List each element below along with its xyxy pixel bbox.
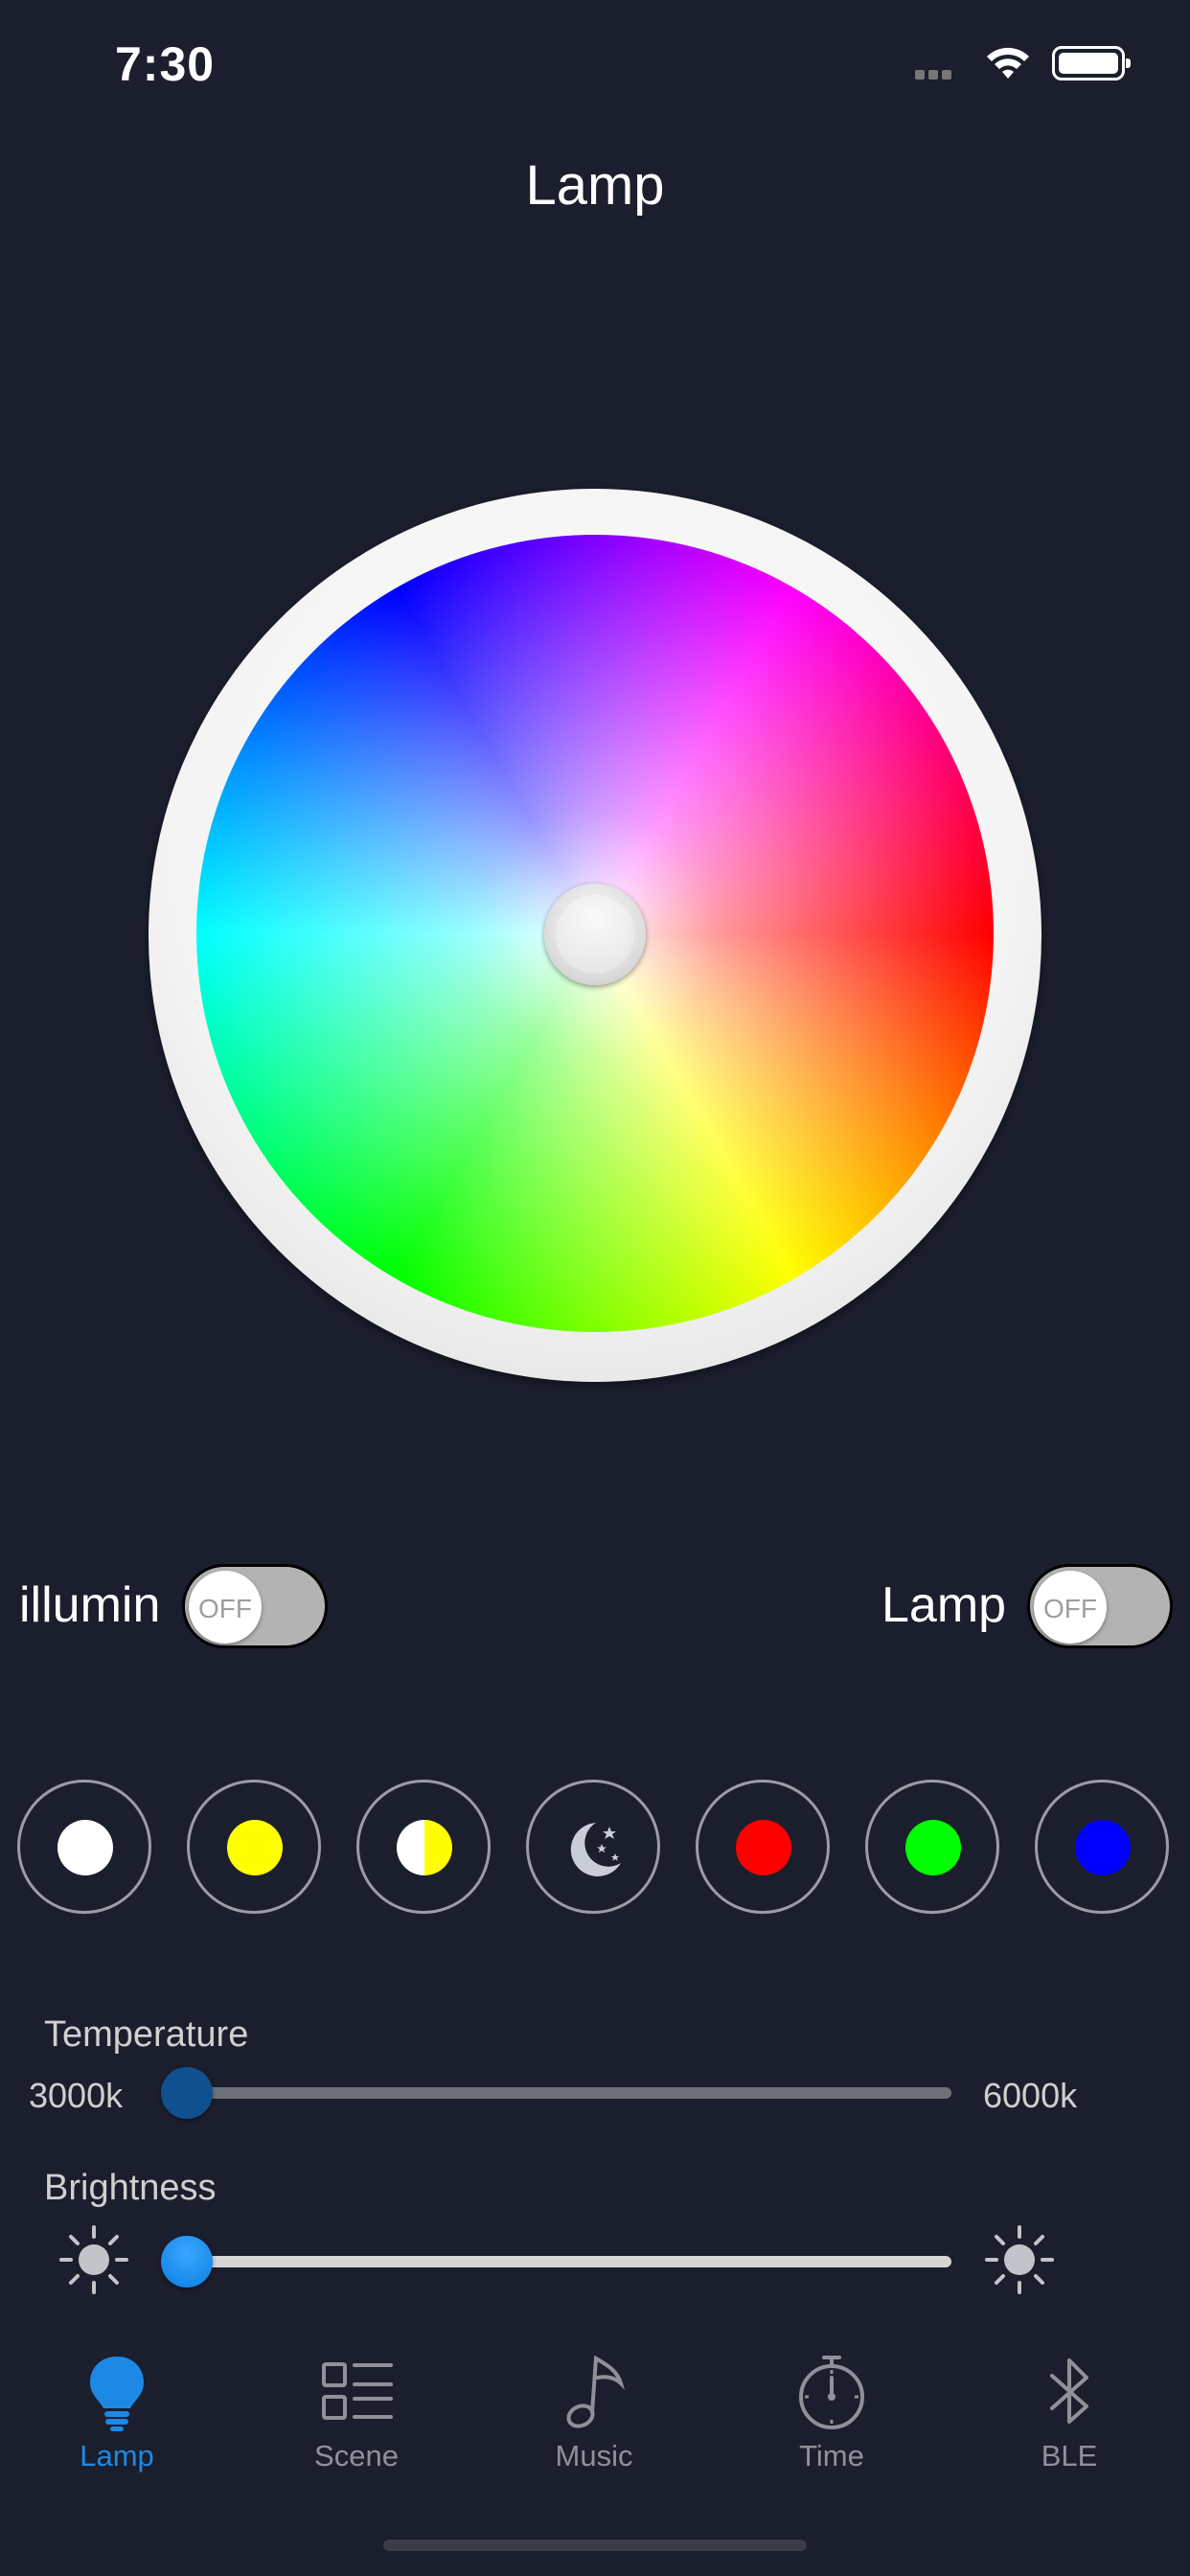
temperature-slider-track[interactable] xyxy=(187,2087,951,2099)
music-note-icon xyxy=(566,2355,626,2428)
green-dot-icon xyxy=(905,1820,961,1875)
home-indicator xyxy=(383,2540,807,2551)
preset-white-button[interactable] xyxy=(17,1780,151,1914)
brightness-label: Brightness xyxy=(44,2168,217,2208)
white-dot-icon xyxy=(57,1820,113,1875)
tab-music[interactable]: Music xyxy=(498,2353,690,2473)
tab-ble[interactable]: BLE xyxy=(973,2353,1165,2473)
toggle-knob: OFF xyxy=(1034,1571,1107,1644)
toggle-state-text: OFF xyxy=(1043,1594,1097,1623)
lamp-label: Lamp xyxy=(881,1577,1007,1633)
preset-blue-button[interactable] xyxy=(1035,1780,1169,1914)
lamp-toggle[interactable]: OFF xyxy=(1027,1564,1173,1648)
list-icon xyxy=(322,2362,393,2420)
tab-label: BLE xyxy=(1041,2439,1098,2472)
brightness-slider-track[interactable] xyxy=(187,2256,951,2267)
tab-lamp[interactable]: Lamp xyxy=(21,2353,213,2473)
illumin-toggle[interactable]: OFF xyxy=(182,1564,328,1648)
temperature-min-label: 3000k xyxy=(29,2076,124,2115)
preset-green-button[interactable] xyxy=(865,1780,999,1914)
tab-label: Scene xyxy=(314,2439,399,2472)
preset-warm-white-button[interactable] xyxy=(356,1780,491,1914)
page-title: Lamp xyxy=(525,154,665,217)
yellow-dot-icon xyxy=(227,1820,283,1875)
bluetooth-icon xyxy=(1050,2358,1088,2424)
brightness-low-sun-icon xyxy=(59,2225,128,2294)
illumin-label: illumin xyxy=(19,1577,161,1633)
brightness-high-sun-icon xyxy=(985,2225,1054,2294)
cellular-signal-icon xyxy=(915,67,969,80)
stopwatch-icon xyxy=(799,2356,864,2429)
wifi-icon xyxy=(987,47,1029,79)
toggle-knob: OFF xyxy=(189,1571,262,1644)
red-dot-icon xyxy=(736,1820,791,1875)
tab-label: Music xyxy=(555,2439,633,2472)
color-picker-handle[interactable] xyxy=(544,884,646,985)
preset-night-button[interactable] xyxy=(526,1780,660,1914)
temperature-slider-thumb[interactable] xyxy=(161,2067,213,2119)
tab-label: Time xyxy=(799,2439,864,2472)
brightness-slider-thumb[interactable] xyxy=(161,2236,213,2288)
toggle-state-text: OFF xyxy=(198,1594,252,1623)
tab-label: Lamp xyxy=(80,2439,154,2472)
tab-scene[interactable]: Scene xyxy=(261,2353,452,2473)
temperature-label: Temperature xyxy=(44,2014,249,2055)
battery-icon xyxy=(1052,46,1131,80)
tab-time[interactable]: Time xyxy=(736,2353,927,2473)
preset-red-button[interactable] xyxy=(696,1780,830,1914)
half-white-yellow-icon xyxy=(397,1820,452,1875)
blue-dot-icon xyxy=(1075,1820,1131,1875)
temperature-max-label: 6000k xyxy=(983,2076,1078,2115)
status-time: 7:30 xyxy=(115,37,216,91)
preset-yellow-button[interactable] xyxy=(187,1780,321,1914)
bulb-icon xyxy=(90,2357,144,2431)
moon-stars-icon xyxy=(570,1823,621,1876)
